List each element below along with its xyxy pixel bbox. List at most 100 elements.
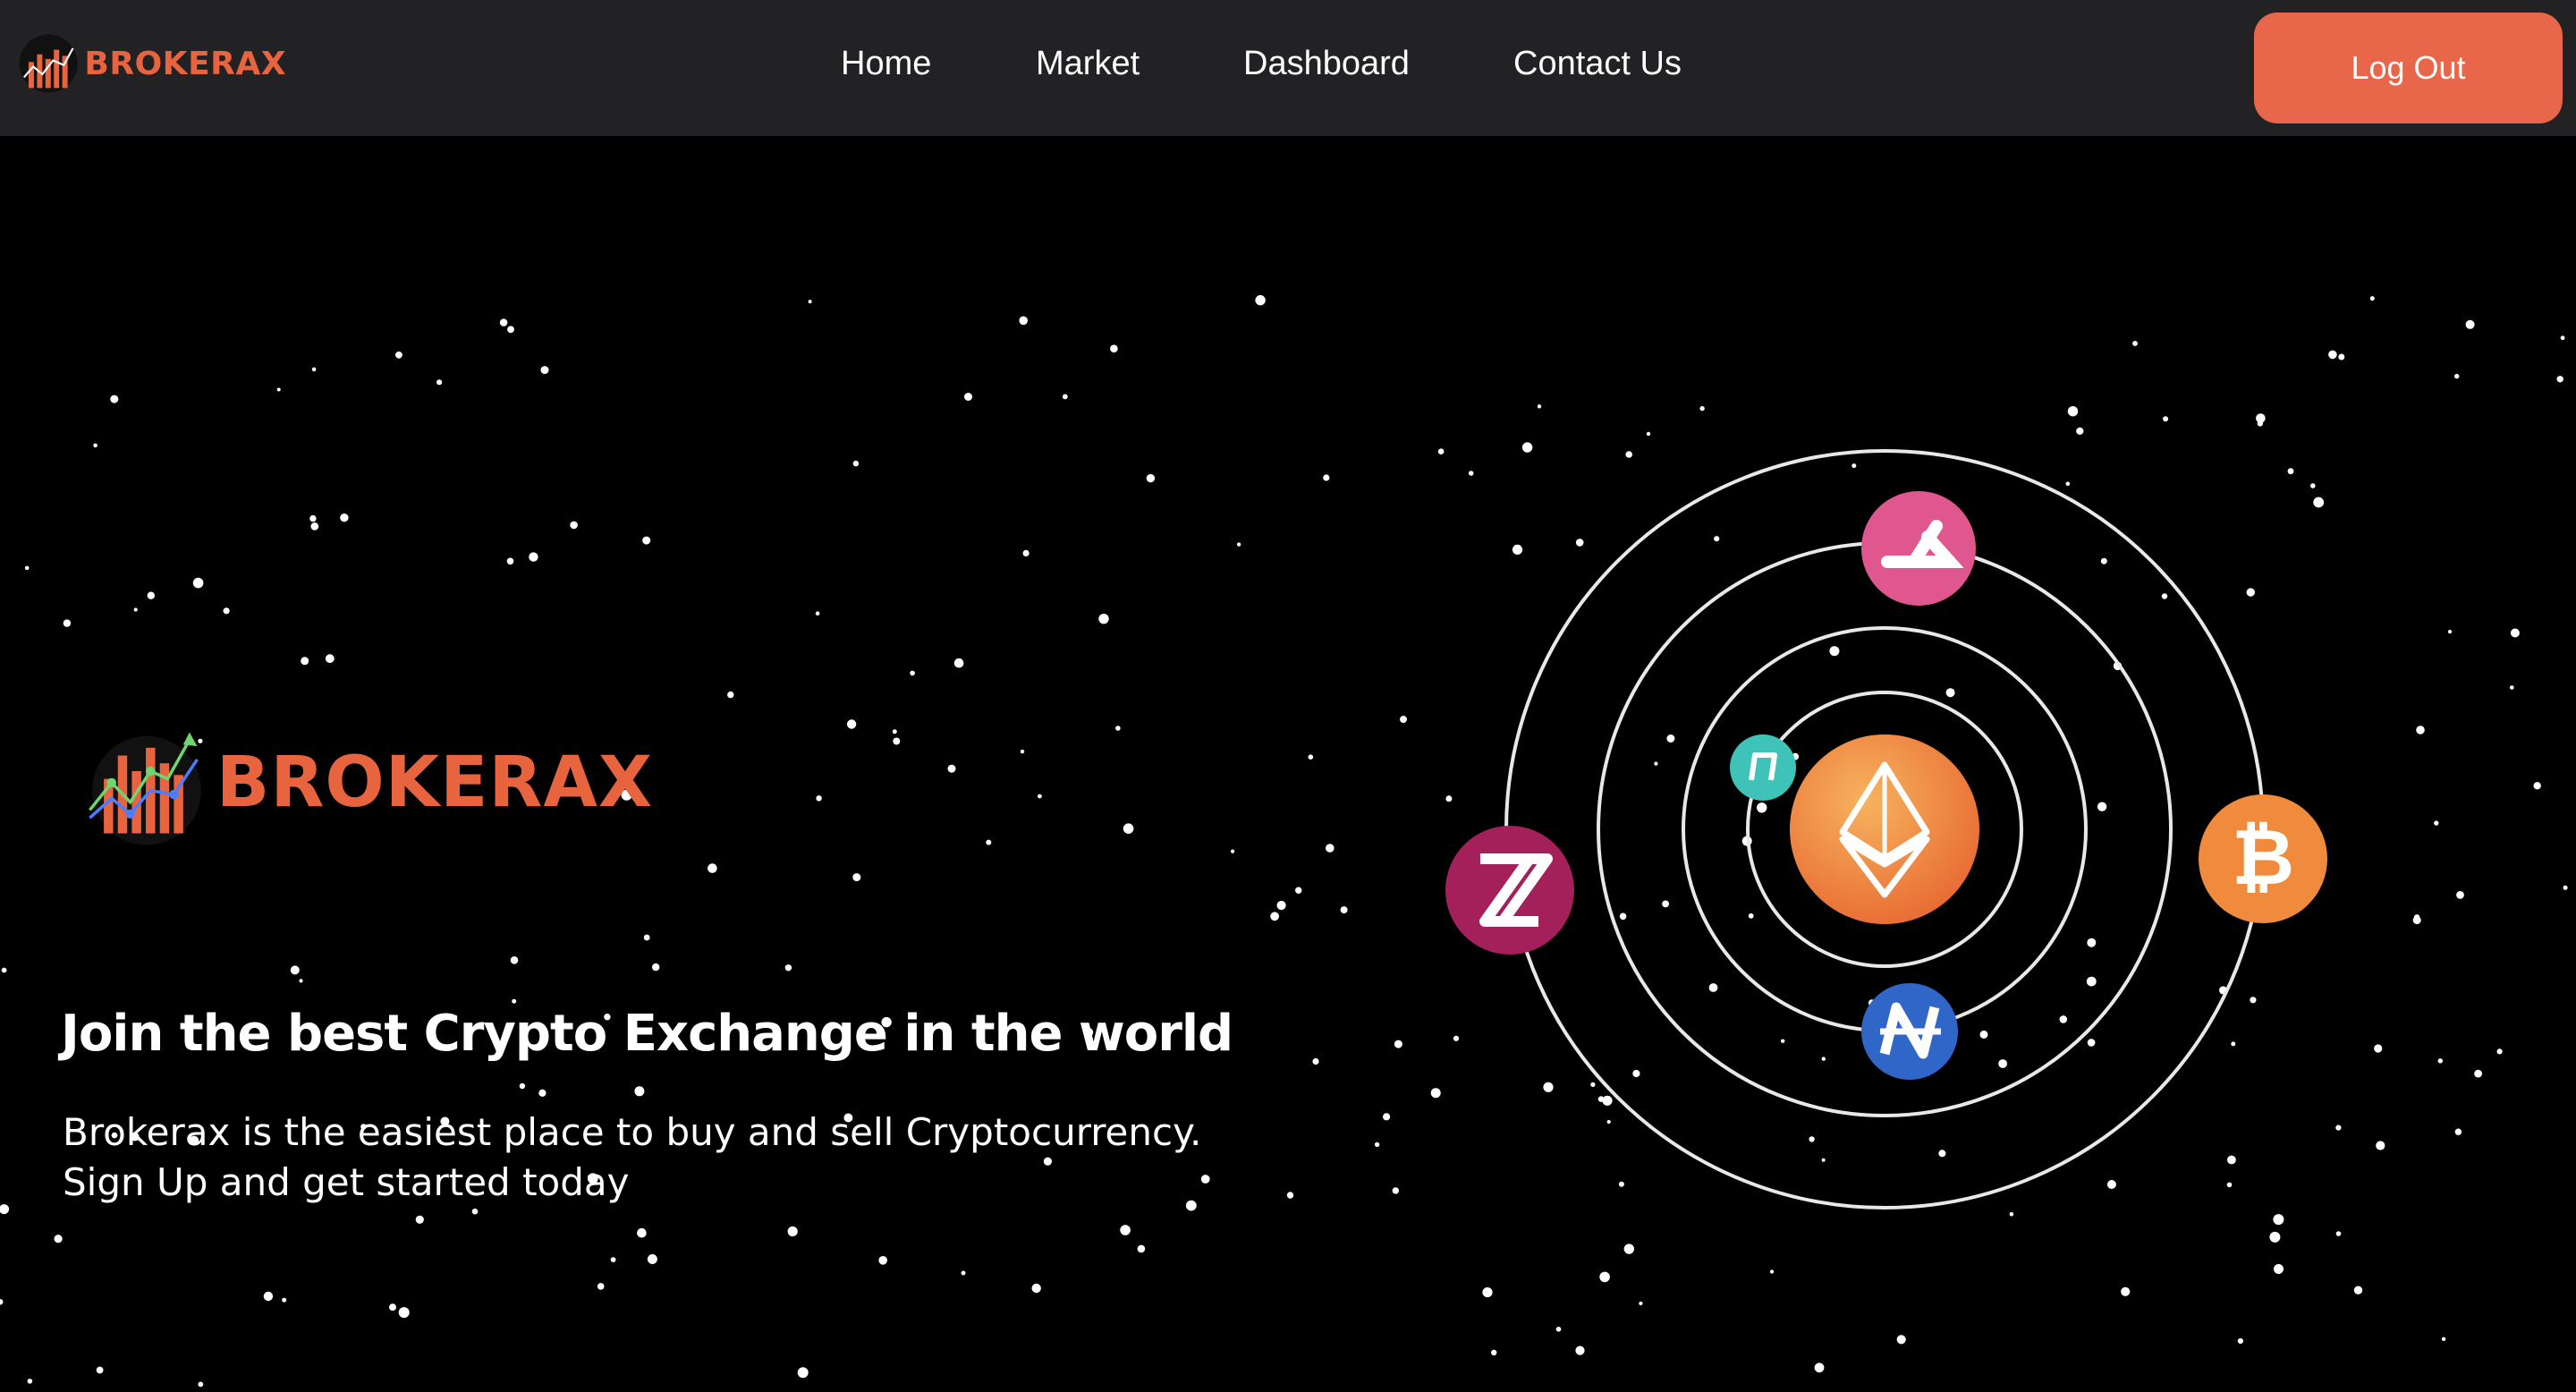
star-dot: [2441, 1337, 2446, 1342]
star-dot: [1537, 404, 1542, 409]
main-nav: Home Market Dashboard Contact Us: [0, 0, 2576, 136]
star-dot: [499, 318, 508, 327]
star-dot: [0, 1299, 4, 1305]
top-navbar: BROKERAX Home Market Dashboard Contact U…: [0, 0, 2576, 136]
star-dot: [815, 611, 820, 615]
star-dot: [1555, 1327, 1562, 1332]
star-dot: [1394, 1040, 1402, 1048]
star-dot: [2560, 335, 2565, 341]
star-dot: [1231, 849, 1235, 853]
star-dot: [1270, 912, 1279, 921]
logout-button[interactable]: Log Out: [2254, 13, 2563, 123]
zcoin-icon: [1445, 826, 1574, 955]
star-dot: [1146, 473, 1156, 483]
star-dot: [1120, 1225, 1131, 1235]
star-dot: [2121, 1286, 2131, 1296]
star-dot: [852, 873, 861, 882]
nano-coin-icon: [1861, 983, 1958, 1080]
star-dot: [2434, 820, 2439, 826]
star-dot: [2353, 1286, 2363, 1294]
star-dot: [63, 619, 72, 627]
star-dot: [1062, 394, 1068, 400]
star-dot: [727, 691, 734, 699]
star-dot: [436, 379, 443, 386]
nav-link-dashboard[interactable]: Dashboard: [1243, 45, 1410, 83]
star-dot: [96, 1366, 104, 1374]
star-dot: [634, 1086, 645, 1097]
star-dot: [1031, 1283, 1041, 1294]
star-dot: [637, 1227, 647, 1238]
star-dot: [2563, 885, 2568, 890]
star-dot: [538, 1089, 547, 1097]
star-dot: [2454, 1128, 2462, 1135]
star-dot: [2376, 1141, 2385, 1150]
ethereum-icon: [1790, 734, 1979, 924]
hero-subtitle: Brokerax is the easiest place to buy and…: [63, 1108, 1315, 1208]
star-dot: [2496, 1048, 2503, 1055]
star-dot: [852, 460, 860, 467]
star-dot: [1326, 844, 1335, 853]
star-dot: [1769, 1269, 1775, 1274]
star-dot: [784, 964, 792, 972]
star-dot: [192, 577, 204, 589]
nav-link-market[interactable]: Market: [1036, 45, 1140, 83]
star-dot: [892, 729, 897, 734]
star-dot: [947, 764, 956, 773]
star-dot: [708, 863, 717, 873]
star-dot: [893, 737, 901, 745]
star-dot: [2416, 726, 2425, 734]
star-dot: [2533, 782, 2541, 790]
star-dot: [519, 1082, 526, 1090]
star-dot: [290, 965, 300, 975]
star-dot: [1236, 542, 1241, 547]
star-dot: [2474, 1069, 2483, 1078]
star-dot: [2374, 1044, 2383, 1053]
star-dot: [1038, 794, 1042, 799]
star-dot: [276, 387, 281, 392]
star-dot: [1110, 344, 1118, 352]
star-dot: [415, 1215, 424, 1224]
hero-title: Join the best Crypto Exchange in the wor…: [61, 1004, 1233, 1063]
star-dot: [110, 395, 119, 403]
star-dot: [2338, 353, 2345, 361]
star-dot: [787, 1226, 798, 1237]
star-dot: [2456, 891, 2464, 899]
star-dot: [643, 934, 650, 941]
star-dot: [2369, 296, 2375, 301]
crypto-orbit-illustration: ₿: [1445, 449, 2327, 1210]
star-dot: [198, 1381, 204, 1388]
star-dot: [1019, 316, 1028, 326]
star-dot: [961, 1270, 966, 1276]
star-dot: [1400, 716, 1407, 724]
star-dot: [0, 1204, 10, 1215]
star-dot: [2454, 373, 2460, 379]
hero-brand-logo: BROKERAX: [80, 707, 653, 859]
star-dot: [1383, 1113, 1391, 1121]
star-dot: [309, 514, 317, 522]
star-dot: [1491, 1349, 1497, 1356]
star-dot: [1814, 1362, 1825, 1373]
star-dot: [846, 719, 857, 729]
star-dot: [797, 1367, 809, 1379]
star-dot: [2237, 1337, 2243, 1345]
star-dot: [310, 522, 319, 530]
star-dot: [1392, 1187, 1400, 1194]
star-dot: [2556, 376, 2563, 383]
star-dot: [2437, 1058, 2443, 1064]
star-dot: [471, 1208, 479, 1215]
star-dot: [529, 552, 538, 562]
star-dot: [1312, 1057, 1319, 1065]
star-dot: [1374, 1142, 1380, 1148]
star-dot: [2328, 350, 2337, 360]
nav-link-contact-us[interactable]: Contact Us: [1513, 45, 1682, 83]
nav-link-home[interactable]: Home: [841, 45, 931, 83]
star-dot: [1137, 1244, 1146, 1253]
star-dot: [1340, 906, 1348, 914]
star-dot: [2465, 319, 2475, 329]
star-dot: [2447, 630, 2453, 634]
star-dot: [27, 1379, 33, 1384]
star-dot: [1482, 1287, 1493, 1298]
star-dot: [642, 536, 651, 545]
star-dot: [964, 393, 972, 401]
star-dot: [1896, 1335, 1906, 1345]
